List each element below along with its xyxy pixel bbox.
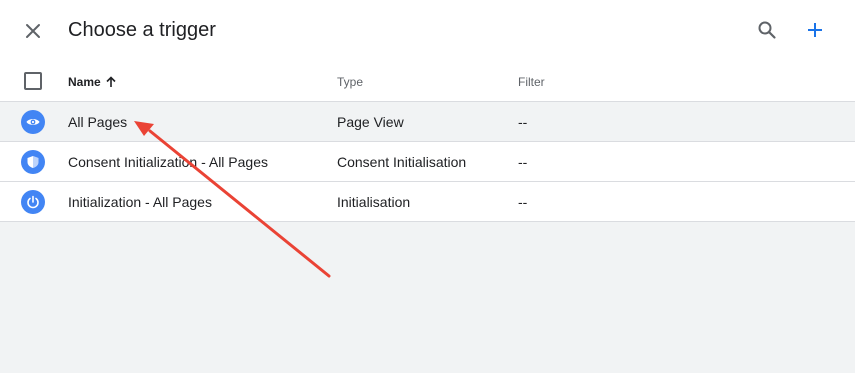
row-type: Consent Initialisation (337, 154, 467, 170)
column-name-label: Name (68, 75, 101, 89)
table-row[interactable]: Consent Initialization - All Pages Conse… (0, 142, 855, 182)
search-button[interactable] (749, 12, 785, 48)
close-button[interactable] (15, 13, 51, 49)
trigger-panel: Choose a trigger Name Type Filter All Pa… (0, 0, 855, 222)
row-filter: -- (518, 114, 528, 130)
table-row[interactable]: All Pages Page View -- (0, 102, 855, 142)
add-icon (808, 23, 822, 37)
eye-icon (21, 110, 45, 134)
select-all-checkbox[interactable] (24, 72, 42, 90)
row-name: Initialization - All Pages (68, 194, 212, 210)
column-header-type[interactable]: Type (337, 75, 363, 89)
column-header-filter[interactable]: Filter (518, 75, 545, 89)
row-filter: -- (518, 194, 528, 210)
close-icon (26, 24, 40, 38)
add-trigger-button[interactable] (797, 12, 833, 48)
table-header: Name Type Filter (0, 62, 855, 102)
search-icon (758, 21, 776, 39)
row-filter: -- (518, 154, 528, 170)
row-name: All Pages (68, 114, 128, 130)
column-header-name[interactable]: Name (68, 75, 117, 89)
row-type: Page View (337, 114, 404, 130)
row-type: Initialisation (337, 194, 411, 210)
row-name: Consent Initialization - All Pages (68, 154, 268, 170)
header: Choose a trigger (0, 0, 855, 62)
power-icon (21, 190, 45, 214)
arrow-up-icon (106, 76, 116, 87)
page-title: Choose a trigger (68, 19, 216, 41)
shield-icon (21, 150, 45, 174)
table-row[interactable]: Initialization - All Pages Initialisatio… (0, 182, 855, 222)
